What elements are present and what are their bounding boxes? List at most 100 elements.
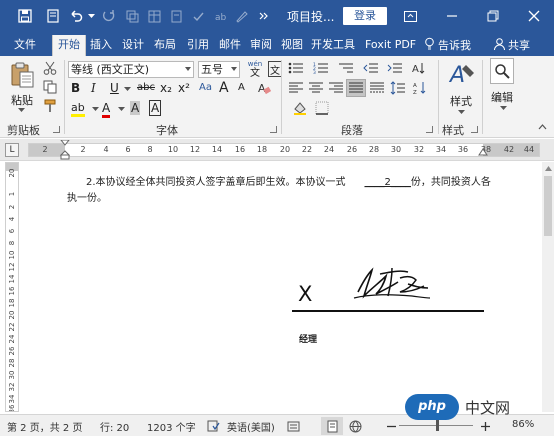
language[interactable]: 英语(美国) <box>227 419 275 434</box>
italic-button[interactable]: I <box>91 80 96 96</box>
paste-dropdown-icon[interactable] <box>16 106 26 114</box>
indent-marker-icon[interactable] <box>60 140 70 160</box>
tab-references[interactable]: 引用 <box>187 37 209 56</box>
search-icon[interactable] <box>490 58 514 84</box>
tab-developer[interactable]: 开发工具 <box>311 37 355 56</box>
restore-icon[interactable] <box>484 9 502 23</box>
share-button[interactable]: 共享 <box>494 37 530 53</box>
more-commands-icon[interactable] <box>257 7 269 25</box>
print-layout-icon[interactable] <box>321 417 343 435</box>
tell-me-search[interactable]: 告诉我 <box>424 37 471 53</box>
tab-view[interactable]: 视图 <box>281 37 303 56</box>
editing-dropdown-icon[interactable] <box>498 104 508 112</box>
bold-button[interactable]: B <box>71 80 80 96</box>
highlight-button[interactable]: ab <box>71 100 85 117</box>
document-page[interactable]: 2.本协议经全体共同投资人签字盖章后即生效。本协议一式 ____2____份，共同… <box>28 162 540 412</box>
paragraph-launcher-icon[interactable] <box>426 126 433 133</box>
zoom-in-icon[interactable] <box>479 419 491 433</box>
scrollbar-thumb[interactable] <box>544 176 552 236</box>
clipboard-launcher-icon[interactable] <box>53 126 60 133</box>
login-button[interactable]: 登录 <box>343 7 387 25</box>
bullets-icon[interactable] <box>287 60 305 76</box>
minimize-icon[interactable] <box>443 9 461 23</box>
borders-icon[interactable] <box>313 100 331 116</box>
page-count[interactable]: 第 2 页，共 2 页 <box>7 419 82 434</box>
tab-mailings[interactable]: 邮件 <box>219 37 241 56</box>
check-icon[interactable] <box>190 7 206 25</box>
font-color-button[interactable]: A <box>102 100 111 118</box>
grow-font-button[interactable]: A <box>219 80 229 96</box>
font-launcher-icon[interactable] <box>270 126 277 133</box>
underline-dropdown-icon[interactable] <box>123 86 131 92</box>
scroll-up-icon[interactable] <box>544 164 552 172</box>
macro-icon[interactable] <box>286 420 300 432</box>
styles-launcher-icon[interactable] <box>471 126 478 133</box>
enclose-char-button[interactable]: 文 <box>268 61 282 77</box>
editing-label[interactable]: 编辑 <box>491 89 513 105</box>
tab-selector[interactable]: L <box>5 143 19 157</box>
tab-layout[interactable]: 布局 <box>154 37 176 56</box>
asian-layout-icon[interactable]: A <box>410 60 428 76</box>
font-size-combo[interactable]: 五号 <box>198 61 240 78</box>
char-border-button[interactable]: A <box>149 100 162 116</box>
undo-icon[interactable] <box>66 7 86 25</box>
justify-icon[interactable] <box>346 79 366 97</box>
copy-format-icon[interactable] <box>42 79 58 95</box>
document-paragraph[interactable]: 2.本协议经全体共同投资人签字盖章后即生效。本协议一式 ____2____份，共同… <box>67 175 497 207</box>
ribbon-display-icon[interactable] <box>401 9 419 23</box>
tab-foxit-pdf[interactable]: Foxit PDF <box>365 37 416 56</box>
styles-label[interactable]: 样式 <box>450 93 472 109</box>
phonetic-guide-button[interactable]: wén 文 <box>244 59 266 79</box>
web-layout-icon[interactable] <box>348 419 362 433</box>
spelling-icon[interactable]: ab <box>212 7 228 25</box>
char-shading-button[interactable]: A <box>130 100 141 116</box>
font-color-dropdown-icon[interactable] <box>117 106 125 112</box>
subscript-button[interactable]: x₂ <box>160 80 172 96</box>
redo-icon[interactable] <box>101 7 117 25</box>
tab-file[interactable]: 文件 <box>14 37 36 56</box>
text-effects-button[interactable]: Aa <box>199 80 212 96</box>
clear-format-icon[interactable]: A <box>256 80 272 96</box>
strikethrough-button[interactable]: abc <box>137 80 155 96</box>
decrease-indent-icon[interactable] <box>362 60 380 76</box>
zoom-out-icon[interactable] <box>385 419 397 433</box>
numbering-icon[interactable]: 123 <box>312 60 330 76</box>
vertical-ruler[interactable]: 20 1 2 4 6 8 10 12 14 16 18 20 22 24 26 … <box>5 162 19 412</box>
draw-icon[interactable] <box>233 7 249 25</box>
line-spacing-icon[interactable] <box>389 80 407 96</box>
format-icon[interactable] <box>168 7 184 25</box>
multilevel-list-icon[interactable] <box>337 60 355 76</box>
increase-indent-icon[interactable] <box>386 60 404 76</box>
print-preview-icon[interactable] <box>44 7 62 25</box>
paste-icon[interactable] <box>8 60 36 90</box>
collapse-ribbon-icon[interactable] <box>536 122 548 132</box>
line-number[interactable]: 行: 20 <box>100 419 129 434</box>
align-left-icon[interactable] <box>287 80 305 96</box>
proofing-icon[interactable] <box>206 419 220 432</box>
styles-icon[interactable]: A <box>447 60 477 88</box>
tab-design[interactable]: 设计 <box>122 37 144 56</box>
word-count[interactable]: 1203 个字 <box>147 419 196 434</box>
align-center-icon[interactable] <box>307 80 325 96</box>
cut-icon[interactable] <box>42 60 58 76</box>
save-icon[interactable] <box>16 7 34 25</box>
horizontal-ruler[interactable]: 2 2 4 6 8 10 12 14 16 18 20 22 24 26 28 … <box>28 140 540 160</box>
underline-button[interactable]: U <box>110 80 119 96</box>
close-icon[interactable] <box>525 9 543 23</box>
undo-dropdown-icon[interactable] <box>86 7 96 25</box>
zoom-slider-thumb[interactable] <box>436 420 439 431</box>
distributed-icon[interactable] <box>368 80 386 96</box>
format-painter-icon[interactable] <box>42 98 58 114</box>
shading-icon[interactable] <box>291 100 309 116</box>
copy-icon[interactable] <box>124 7 140 25</box>
tab-review[interactable]: 审阅 <box>250 37 272 56</box>
vertical-scrollbar[interactable] <box>542 162 554 412</box>
sort-icon[interactable]: AZ <box>411 80 429 96</box>
table-icon[interactable] <box>146 7 162 25</box>
superscript-button[interactable]: x² <box>178 80 190 96</box>
styles-dropdown-icon[interactable] <box>456 108 466 116</box>
tab-home[interactable]: 开始 <box>52 35 86 56</box>
shrink-font-button[interactable]: A <box>238 80 245 96</box>
right-indent-marker-icon[interactable] <box>478 148 488 158</box>
align-right-icon[interactable] <box>327 80 345 96</box>
